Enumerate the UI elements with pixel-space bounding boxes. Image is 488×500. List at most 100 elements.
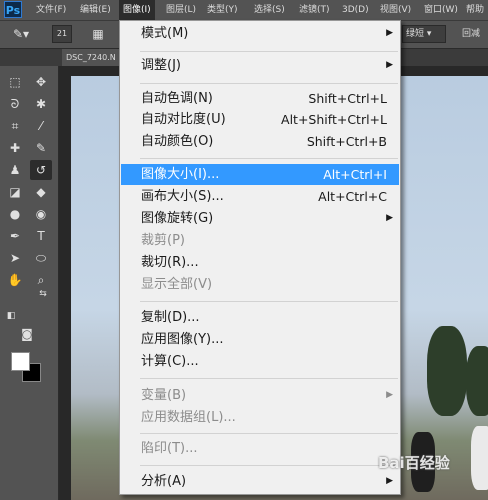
menu-item-reveal-all: 显示全部(V) [121, 274, 399, 295]
paint-bucket-icon[interactable]: ◆ [30, 182, 52, 202]
submenu-arrow-icon: ▶ [386, 213, 393, 223]
menu-item-label: 图像大小(I)... [141, 167, 220, 182]
menu-help[interactable]: 帮助 [466, 0, 484, 20]
tools-panel: ⬚ ✥ ᘐ ✱ ⌗ ⁄ ✚ ✎ ♟ ↺ ◪ ◆ ● ◉ ✒ T ➤ ⬭ ✋ ⌕ … [0, 66, 59, 500]
menu-edit[interactable]: 编辑(E) [80, 0, 111, 20]
menu-item-image-rotation[interactable]: 图像旋转(G) ▶ [121, 208, 399, 229]
history-brush-icon[interactable]: ↺ [30, 160, 52, 180]
menu-item-calculations[interactable]: 计算(C)... [121, 351, 399, 372]
menu-item-trap: 陷印(T)... [121, 438, 399, 459]
dodge-tool-icon[interactable]: ◉ [30, 204, 52, 224]
menu-view[interactable]: 视图(V) [380, 0, 411, 20]
menu-3d[interactable]: 3D(D) [342, 0, 369, 20]
submenu-arrow-icon: ▶ [386, 390, 393, 400]
menu-item-analysis[interactable]: 分析(A) ▶ [121, 471, 399, 492]
menu-item-image-size[interactable]: 图像大小(I)... Alt+Ctrl+I [121, 164, 399, 185]
menu-item-label: 变量(B) [141, 388, 187, 403]
tree-silhouette [427, 326, 467, 416]
menu-filter[interactable]: 滤镜(T) [299, 0, 330, 20]
menu-item-trim[interactable]: 裁切(R)... [121, 252, 399, 273]
menu-item-label: 应用数据组(L)... [141, 410, 236, 425]
menu-image[interactable]: 图像(I) [119, 0, 155, 20]
menu-item-mode[interactable]: 模式(M) ▶ [121, 23, 399, 44]
menu-item-label: 自动颜色(O) [141, 134, 214, 149]
menu-item-auto-tone[interactable]: 自动色调(N) Shift+Ctrl+L [121, 88, 399, 109]
menu-item-auto-color[interactable]: 自动颜色(O) Shift+Ctrl+B [121, 131, 399, 152]
menu-item-shortcut: Alt+Shift+Ctrl+L [281, 112, 387, 127]
mode-dropdown[interactable]: 绿短 ▾ [402, 25, 446, 43]
eyedropper-icon[interactable]: ⁄ [30, 116, 52, 136]
menu-item-auto-contrast[interactable]: 自动对比度(U) Alt+Shift+Ctrl+L [121, 109, 399, 130]
menu-item-label: 陷印(T)... [141, 441, 198, 456]
menu-window[interactable]: 窗口(W) [424, 0, 458, 20]
lasso-tool-icon[interactable]: ᘐ [4, 94, 26, 114]
brush-size-value: 21 [56, 29, 68, 38]
pen-tool-icon[interactable]: ✒ [4, 226, 26, 246]
document-tab-title: DSC_7240.N [66, 53, 116, 62]
brush-panel-icon[interactable]: ▦ [89, 24, 107, 44]
menu-item-label: 模式(M) [141, 26, 189, 41]
menu-item-shortcut: Shift+Ctrl+L [308, 91, 387, 106]
menu-item-label: 裁剪(P) [141, 233, 185, 248]
menu-separator [140, 433, 398, 434]
image-menu-dropdown: 模式(M) ▶ 调整(J) ▶ 自动色调(N) Shift+Ctrl+L 自动对… [119, 20, 401, 495]
brush-tool-preset-icon[interactable]: ✎▾ [8, 24, 34, 44]
menu-item-label: 应用图像(Y)... [141, 332, 224, 347]
menu-item-adjustments[interactable]: 调整(J) ▶ [121, 55, 399, 76]
menu-item-label: 显示全部(V) [141, 277, 213, 292]
menu-item-label: 自动对比度(U) [141, 112, 226, 127]
quick-mask-icon[interactable]: ◙ [16, 324, 38, 344]
menu-item-crop: 裁剪(P) [121, 230, 399, 251]
move-tool-icon[interactable]: ✥ [30, 72, 52, 92]
menu-type[interactable]: 类型(Y) [207, 0, 238, 20]
ellipse-tool-icon[interactable]: ⬭ [30, 248, 52, 268]
default-colors-icon[interactable]: ◧ [4, 306, 18, 326]
menu-separator [140, 378, 398, 379]
menu-layer[interactable]: 图层(L) [166, 0, 196, 20]
menu-separator [140, 301, 398, 302]
blur-tool-icon[interactable]: ● [4, 204, 26, 224]
menu-item-variables: 变量(B) ▶ [121, 385, 399, 406]
menu-separator [140, 51, 398, 52]
marquee-tool-icon[interactable]: ⬚ [4, 72, 26, 92]
menu-item-apply-data-set: 应用数据组(L)... [121, 407, 399, 428]
menu-bar: Ps 文件(F) 编辑(E) 图像(I) 图层(L) 类型(Y) 选择(S) 滤… [0, 0, 488, 21]
tree-silhouette [466, 346, 488, 416]
menu-item-apply-image[interactable]: 应用图像(Y)... [121, 329, 399, 350]
submenu-arrow-icon: ▶ [386, 476, 393, 486]
menu-item-canvas-size[interactable]: 画布大小(S)... Alt+Ctrl+C [121, 186, 399, 207]
watermark-logo: Bai百经验 [378, 454, 450, 472]
brush-size-picker[interactable]: 21 [52, 25, 72, 43]
menu-separator [140, 465, 398, 466]
menu-item-label: 画布大小(S)... [141, 189, 224, 204]
brush-tool-icon[interactable]: ✎ [30, 138, 52, 158]
submenu-arrow-icon: ▶ [386, 28, 393, 38]
menu-item-label: 复制(D)... [141, 310, 200, 325]
path-selection-icon[interactable]: ➤ [4, 248, 26, 268]
menu-item-duplicate[interactable]: 复制(D)... [121, 307, 399, 328]
photoshop-logo: Ps [4, 1, 22, 18]
person-silhouette [471, 426, 488, 490]
type-tool-icon[interactable]: T [30, 226, 52, 246]
menu-separator [140, 158, 398, 159]
menu-item-shortcut: Alt+Ctrl+I [323, 167, 387, 182]
swap-colors-icon[interactable]: ⇆ [36, 284, 50, 304]
menu-item-shortcut: Alt+Ctrl+C [318, 189, 387, 204]
crop-tool-icon[interactable]: ⌗ [4, 116, 26, 136]
menu-select[interactable]: 选择(S) [254, 0, 285, 20]
menu-separator [140, 83, 398, 84]
document-tab[interactable]: DSC_7240.N [62, 49, 120, 66]
clone-stamp-icon[interactable]: ♟ [4, 160, 26, 180]
eraser-icon[interactable]: ◪ [4, 182, 26, 202]
magic-wand-icon[interactable]: ✱ [30, 94, 52, 114]
healing-brush-icon[interactable]: ✚ [4, 138, 26, 158]
extra-option-label[interactable]: 回减 [462, 25, 480, 43]
menu-item-shortcut: Shift+Ctrl+B [306, 134, 387, 149]
foreground-color-swatch[interactable] [11, 352, 30, 371]
menu-file[interactable]: 文件(F) [36, 0, 66, 20]
menu-item-label: 自动色调(N) [141, 91, 213, 106]
menu-item-label: 分析(A) [141, 474, 187, 489]
mode-value: 绿短 [406, 29, 425, 39]
submenu-arrow-icon: ▶ [386, 60, 393, 70]
hand-tool-icon[interactable]: ✋ [4, 270, 26, 290]
